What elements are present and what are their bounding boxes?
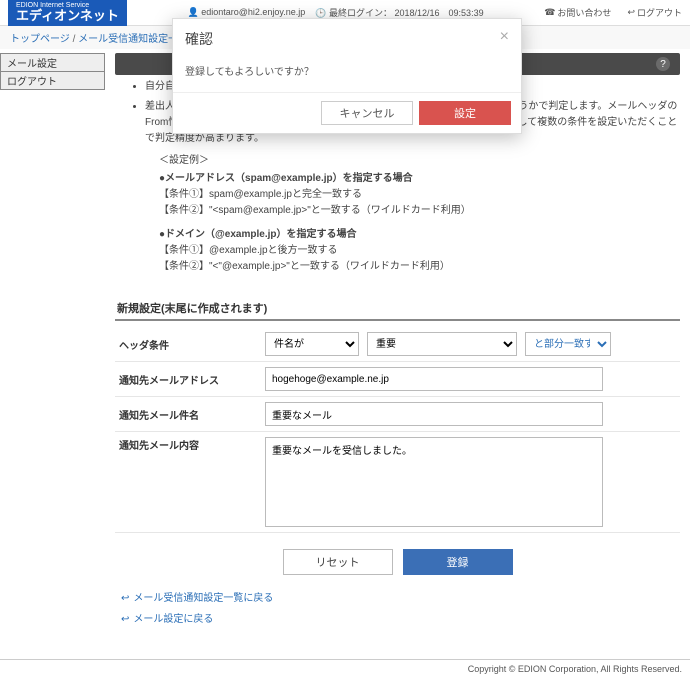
last-login-value: 2018/12/16 09:53:39 — [395, 8, 484, 18]
input-notify-subject[interactable] — [265, 402, 603, 426]
example-case2-line: 【条件②】"<"@example.jp>"と一致する（ワイルドカード利用） — [159, 259, 680, 275]
ok-button[interactable]: 設定 — [419, 101, 511, 125]
input-notify-address[interactable] — [265, 367, 603, 391]
close-icon[interactable]: × — [500, 29, 509, 45]
logout-icon: ↩ — [627, 7, 635, 18]
brand-logo-bottom: エディオンネット — [16, 8, 119, 23]
example-case1-line: 【条件①】spam@example.jpと完全一致する — [159, 187, 680, 203]
copyright: Copyright © EDION Corporation, All Right… — [468, 664, 682, 674]
sidebar-item-logout[interactable]: ログアウト — [0, 71, 105, 90]
submit-button[interactable]: 登録 — [403, 549, 513, 575]
sidebar: メール設定 ログアウト — [0, 49, 105, 659]
back-to-list-link[interactable]: ↩メール受信通知設定一覧に戻る — [121, 589, 680, 604]
reset-button[interactable]: リセット — [283, 549, 393, 575]
select-header-value[interactable]: 重要 — [367, 332, 517, 356]
phone-icon: ☎ — [544, 7, 555, 18]
new-setting-title: 新規設定(末尾に作成されます) — [115, 297, 680, 321]
contact-link[interactable]: ☎ お問い合わせ — [544, 6, 611, 19]
dialog-title: 確認 — [185, 29, 213, 49]
header-email-text: ediontaro@hi2.enjoy.ne.jp — [201, 7, 305, 17]
logout-link[interactable]: ↩ ログアウト — [627, 6, 682, 19]
breadcrumb-home[interactable]: トップページ — [10, 34, 70, 45]
sidebar-item-mail-settings[interactable]: メール設定 — [0, 53, 105, 72]
back-links: ↩メール受信通知設定一覧に戻る ↩メール設定に戻る — [115, 581, 680, 649]
main-content: ? 自分自身のメールアドレスは、通知先メールアドレスに登録できません。 差出人を… — [105, 49, 690, 659]
label-notify-address: 通知先メールアドレス — [115, 372, 265, 387]
label-notify-subject: 通知先メール件名 — [115, 407, 265, 422]
breadcrumb-sep: / — [73, 34, 76, 45]
row-notify-subject: 通知先メール件名 — [115, 397, 680, 432]
label-header-condition: ヘッダ条件 — [115, 337, 265, 352]
confirm-dialog: 確認 × 登録してもよろしいですか？ キャンセル 設定 — [172, 18, 522, 134]
row-notify-address: 通知先メールアドレス — [115, 362, 680, 397]
row-header-condition: ヘッダ条件 件名が 重要 と部分一致する — [115, 327, 680, 362]
example-case1-line: 【条件②】"<spam@example.jp>"と一致する（ワイルドカード利用） — [159, 203, 680, 219]
header-email: 👤 ediontaro@hi2.enjoy.ne.jp — [187, 7, 305, 18]
arrow-icon: ↩ — [121, 614, 129, 625]
back-to-settings-link[interactable]: ↩メール設定に戻る — [121, 610, 680, 625]
example-block: ＜設定例＞ ●メールアドレス（spam@example.jp）を指定する場合 【… — [145, 153, 680, 275]
example-head: ＜設定例＞ — [159, 153, 680, 169]
cancel-button[interactable]: キャンセル — [321, 101, 413, 125]
footer: Copyright © EDION Corporation, All Right… — [0, 659, 690, 678]
header-right: ☎ お問い合わせ ↩ ログアウト — [544, 6, 682, 19]
select-header-field[interactable]: 件名が — [265, 332, 359, 356]
label-notify-body: 通知先メール内容 — [115, 437, 265, 452]
example-case2-title: ●ドメイン（@example.jp）を指定する場合 — [159, 227, 680, 243]
dialog-body: 登録してもよろしいですか？ — [173, 57, 521, 93]
contact-label: お問い合わせ — [557, 6, 611, 19]
select-match-type[interactable]: と部分一致する — [525, 332, 611, 356]
textarea-notify-body[interactable]: 重要なメールを受信しました。 — [265, 437, 603, 527]
last-login-label: 最終ログイン： — [329, 8, 392, 18]
user-icon: 👤 — [187, 7, 198, 18]
brand-logo: EDION Internet Service エディオンネット — [8, 0, 127, 26]
form-buttons: リセット 登録 — [115, 533, 680, 581]
arrow-icon: ↩ — [121, 593, 129, 604]
help-icon[interactable]: ? — [656, 57, 670, 71]
example-case1-title: ●メールアドレス（spam@example.jp）を指定する場合 — [159, 171, 680, 187]
example-case2-line: 【条件①】@example.jpと後方一致する — [159, 243, 680, 259]
logout-label: ログアウト — [637, 6, 682, 19]
row-notify-body: 通知先メール内容 重要なメールを受信しました。 — [115, 432, 680, 533]
